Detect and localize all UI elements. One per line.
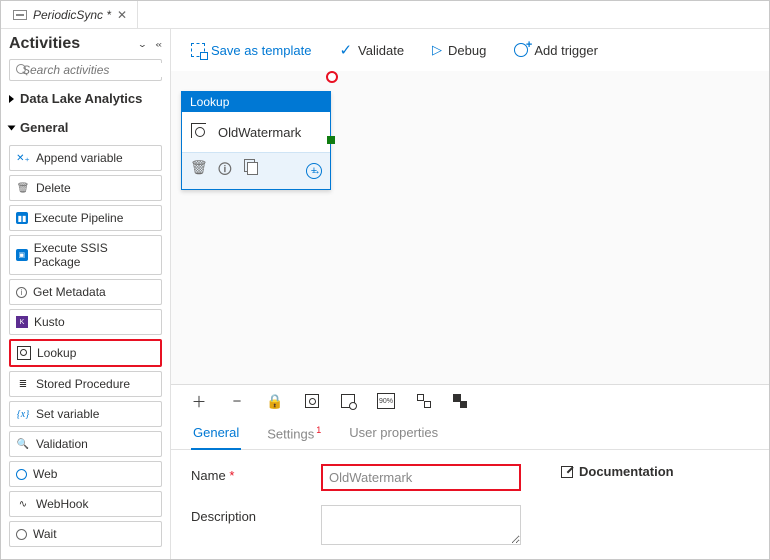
lookup-icon [17,346,31,360]
activity-lookup[interactable]: Lookup [9,339,162,367]
close-icon[interactable]: ✕ [117,8,127,22]
activity-execute-pipeline[interactable]: ▮▮Execute Pipeline [9,205,162,231]
editor-tabstrip: PeriodicSync * ✕ [1,1,769,29]
activity-append-variable[interactable]: ✕₊Append variable [9,145,162,171]
node-name-label: OldWatermark [218,125,301,140]
documentation-link[interactable]: Documentation [561,464,674,479]
check-icon: ✓ [339,41,352,59]
category-general[interactable]: General [9,116,162,139]
name-field[interactable] [321,464,521,491]
activity-delete[interactable]: 🗑Delete [9,175,162,201]
set-variable-icon: {x} [16,407,30,421]
trigger-icon [514,43,528,57]
append-variable-icon: ✕₊ [16,151,30,165]
tab-settings[interactable]: Settings1 [265,417,323,449]
activity-stored-procedure[interactable]: ≣Stored Procedure [9,371,162,397]
node-add-output-button[interactable]: + [306,163,322,179]
node-success-handle[interactable] [327,136,335,144]
category-data-lake-analytics[interactable]: Data Lake Analytics [9,87,162,110]
pipeline-icon [13,10,27,20]
activities-search[interactable] [9,59,162,81]
add-trigger-button[interactable]: Add trigger [514,43,598,58]
save-template-icon [191,43,205,57]
activities-list: ✕₊Append variable 🗑Delete ▮▮Execute Pipe… [9,145,162,547]
play-icon: ▷ [432,42,442,58]
pipeline-tab[interactable]: PeriodicSync * ✕ [3,1,138,28]
activity-webhook[interactable]: ∿WebHook [9,491,162,517]
activity-validation[interactable]: 🔍Validation [9,431,162,457]
canvas-toolbar: ＋ − 🔒 90% [171,385,769,417]
lookup-icon [190,122,210,142]
ssis-icon: ▣ [16,249,28,261]
node-type-label: Lookup [182,92,330,112]
collapse-panel-icon[interactable]: « [155,39,162,49]
properties-tabs: General Settings1 User properties [171,417,769,450]
node-delete-button[interactable]: 🗑 [190,159,208,183]
kusto-icon: K [16,316,28,328]
pipeline-tab-title: PeriodicSync * [33,8,111,22]
pipeline-canvas[interactable]: Lookup OldWatermark 🗑 🛈 + [171,71,769,384]
fit-selection-button[interactable] [305,394,319,408]
delete-icon: 🗑 [16,181,30,195]
activities-heading: Activities [9,35,80,53]
activity-set-variable[interactable]: {x}Set variable [9,401,162,427]
stored-procedure-icon: ≣ [16,377,30,391]
activity-execute-ssis[interactable]: ▣Execute SSIS Package [9,235,162,275]
wait-icon [16,529,27,540]
zoom-out-button[interactable]: − [229,393,245,409]
chevron-down-icon [8,125,16,130]
fit-all-button[interactable] [341,394,355,408]
validation-icon: 🔍 [16,437,30,451]
save-as-template-button[interactable]: Save as template [191,43,311,58]
node-info-button[interactable]: 🛈 [218,159,232,183]
validate-button[interactable]: ✓Validate [339,41,404,59]
auto-layout-button[interactable] [453,394,467,408]
metadata-icon: i [16,287,27,298]
required-indicator-icon: 1 [316,425,321,435]
execute-pipeline-icon: ▮▮ [16,212,28,224]
activity-node-lookup[interactable]: Lookup OldWatermark 🗑 🛈 + [181,91,331,190]
description-label: Description [191,505,321,524]
external-link-icon [561,466,573,478]
chevron-right-icon [9,95,14,103]
web-icon [16,469,27,480]
description-field[interactable] [321,505,521,545]
zoom-in-button[interactable]: ＋ [191,393,207,409]
pipeline-toolbar: Save as template ✓Validate ▷Debug Add tr… [171,29,769,71]
activity-get-metadata[interactable]: iGet Metadata [9,279,162,305]
activity-wait[interactable]: Wait [9,521,162,547]
activities-sidebar: Activities ⌄ « Data Lake Analytics Gener… [1,29,171,559]
zoom-percent-button[interactable]: 90% [377,393,395,409]
callout-marker [326,71,338,83]
activity-kusto[interactable]: KKusto [9,309,162,335]
lock-button[interactable]: 🔒 [267,393,283,409]
debug-button[interactable]: ▷Debug [432,42,486,58]
webhook-icon: ∿ [16,497,30,511]
align-button[interactable] [417,394,431,408]
search-input[interactable] [22,63,171,77]
tab-user-properties[interactable]: User properties [347,417,440,449]
collapse-all-icon[interactable]: ⌄ [137,39,147,49]
tab-general[interactable]: General [191,417,241,450]
activity-web[interactable]: Web [9,461,162,487]
name-label: Name * [191,464,321,483]
properties-panel: ＋ − 🔒 90% General Settings1 User propert… [171,384,769,559]
